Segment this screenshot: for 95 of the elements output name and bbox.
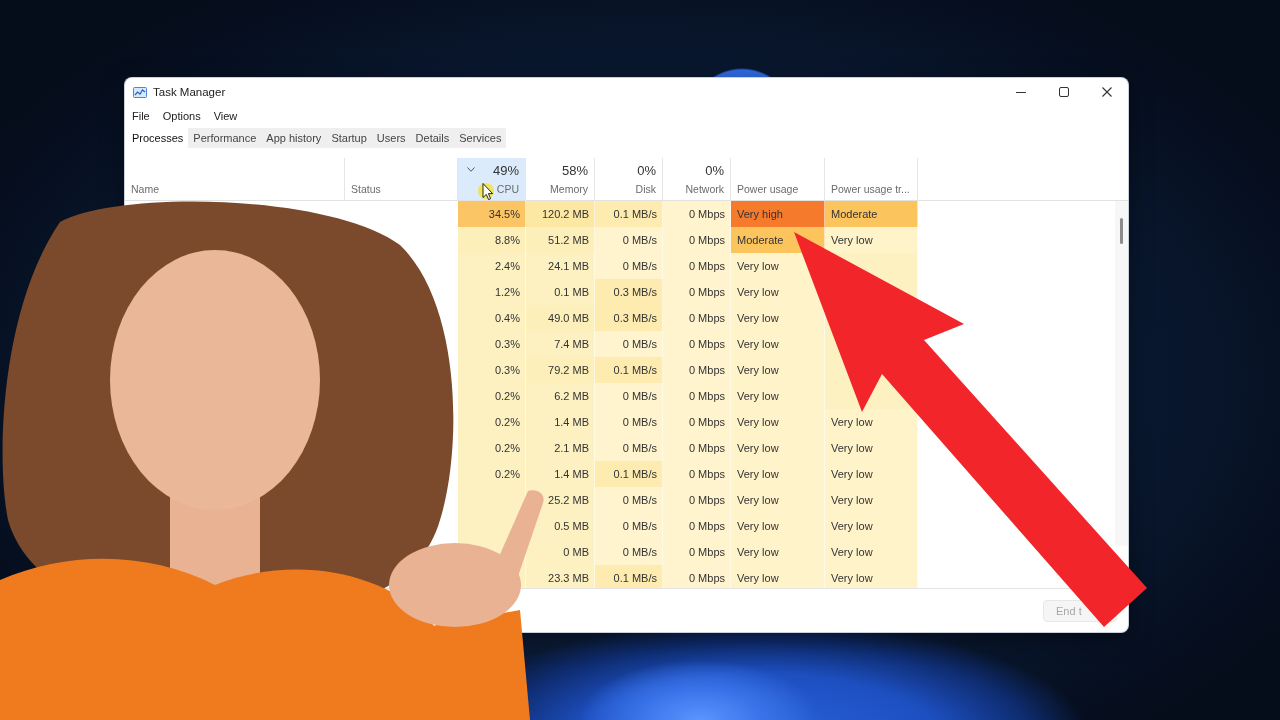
table-cell: Very low <box>731 331 825 357</box>
table-cell: 0.1 MB/s <box>595 201 663 227</box>
tab[interactable]: Startup <box>326 128 372 148</box>
table-cell: 0 MB/s <box>595 409 663 435</box>
table-cell: 0 MB/s <box>595 513 663 539</box>
mouse-cursor-icon <box>478 182 494 201</box>
table-cell: 0 Mbps <box>663 201 731 227</box>
table-cell: Very low <box>731 565 825 588</box>
table-cell: 34.5% <box>458 201 526 227</box>
table-cell: Very high <box>731 201 825 227</box>
menu-item[interactable]: View <box>213 110 238 122</box>
table-cell: 120.2 MB <box>526 201 595 227</box>
table-cell: 0.3 MB/s <box>595 305 663 331</box>
tab[interactable]: Details <box>410 128 455 148</box>
maximize-icon[interactable] <box>1058 87 1069 97</box>
table-cell: 0 Mbps <box>663 305 731 331</box>
table-cell: 0 Mbps <box>663 435 731 461</box>
table-cell: Very low <box>731 435 825 461</box>
table-cell: 0.2% <box>458 383 526 409</box>
table-cell: Very low <box>825 227 918 253</box>
table-cell: 0.3% <box>458 357 526 383</box>
table-cell: 0.1 MB/s <box>595 565 663 588</box>
column-header[interactable]: Name <box>125 158 345 200</box>
table-cell: 0 Mbps <box>663 461 731 487</box>
table-cell: 49.0 MB <box>526 305 595 331</box>
column-header[interactable]: 49% CPU <box>458 158 526 200</box>
table-cell: 0.1 MB/s <box>595 461 663 487</box>
table-cell: 7.4 MB <box>526 331 595 357</box>
table-cell: 1.2% <box>458 279 526 305</box>
table-cell: 0 Mbps <box>663 513 731 539</box>
table-cell: 2.1 MB <box>526 435 595 461</box>
table-cell: 0.2% <box>458 461 526 487</box>
table-cell: Very low <box>825 539 918 565</box>
menu-item[interactable]: Options <box>162 110 201 122</box>
table-cell: Very low <box>731 357 825 383</box>
minimize-icon[interactable] <box>1015 91 1026 93</box>
table-cell: 0 MB <box>526 539 595 565</box>
table-cell: 0 MB/s <box>595 435 663 461</box>
table-cell: 24.1 MB <box>526 253 595 279</box>
table-cell: Very low <box>731 487 825 513</box>
table-cell: 0 Mbps <box>663 357 731 383</box>
table-cell: 0 Mbps <box>663 253 731 279</box>
table-cell: 0 MB/s <box>595 487 663 513</box>
table-cell: 1.4 MB <box>526 461 595 487</box>
table-cell: Moderate <box>825 201 918 227</box>
tab[interactable]: App history <box>261 128 327 148</box>
table-cell: 0.2% <box>458 409 526 435</box>
window-title: Task Manager <box>153 86 226 98</box>
table-cell: 23.3 MB <box>526 565 595 588</box>
app-icon <box>133 86 147 98</box>
table-cell: Very low <box>731 461 825 487</box>
table-cell: Very low <box>731 409 825 435</box>
table-cell: 0 MB/s <box>595 383 663 409</box>
table-cell: 6.2 MB <box>526 383 595 409</box>
table-cell: 0.2% <box>458 435 526 461</box>
table-cell: Very low <box>825 565 918 588</box>
table-cell: 51.2 MB <box>526 227 595 253</box>
table-cell: 0 MB/s <box>595 227 663 253</box>
tab[interactable]: Services <box>454 128 507 148</box>
table-cell: 0 Mbps <box>663 487 731 513</box>
table-cell: Very low <box>825 487 918 513</box>
table-cell: 0 Mbps <box>663 227 731 253</box>
close-icon[interactable] <box>1101 87 1112 97</box>
table-cell: 0 Mbps <box>663 539 731 565</box>
scrollbar-thumb[interactable] <box>1120 218 1123 244</box>
table-cell: 0 Mbps <box>663 565 731 588</box>
table-cell: 0.1 MB <box>526 279 595 305</box>
table-cell: Very low <box>825 409 918 435</box>
table-cell: 0 MB/s <box>595 539 663 565</box>
table-cell: 0.3% <box>458 331 526 357</box>
table-cell: 8.8% <box>458 227 526 253</box>
tab[interactable]: Performance <box>188 128 262 148</box>
table-cell: 79.2 MB <box>526 357 595 383</box>
table-cell: Very low <box>825 461 918 487</box>
table-cell: Very low <box>731 383 825 409</box>
table-cell: Very low <box>731 539 825 565</box>
table-cell: 0 Mbps <box>663 279 731 305</box>
table-cell: 0 Mbps <box>663 331 731 357</box>
table-cell: Very low <box>825 513 918 539</box>
table-cell: 0 MB/s <box>595 253 663 279</box>
table-cell: Very low <box>825 435 918 461</box>
table-cell: 1.4 MB <box>526 409 595 435</box>
table-cell: 0.3 MB/s <box>595 279 663 305</box>
table-cell: 0.4% <box>458 305 526 331</box>
table-cell: 2.4% <box>458 253 526 279</box>
tab[interactable]: Users <box>371 128 411 148</box>
table-cell: Very low <box>731 305 825 331</box>
menu-item[interactable]: File <box>132 110 150 122</box>
scrollbar[interactable] <box>1115 201 1128 546</box>
table-cell: 0.1 MB/s <box>595 357 663 383</box>
table-cell: 0 MB/s <box>595 331 663 357</box>
table-cell: Very low <box>731 513 825 539</box>
sort-chevron-icon <box>467 167 475 172</box>
table-cell: 0 Mbps <box>663 383 731 409</box>
table-cell: 0 Mbps <box>663 409 731 435</box>
